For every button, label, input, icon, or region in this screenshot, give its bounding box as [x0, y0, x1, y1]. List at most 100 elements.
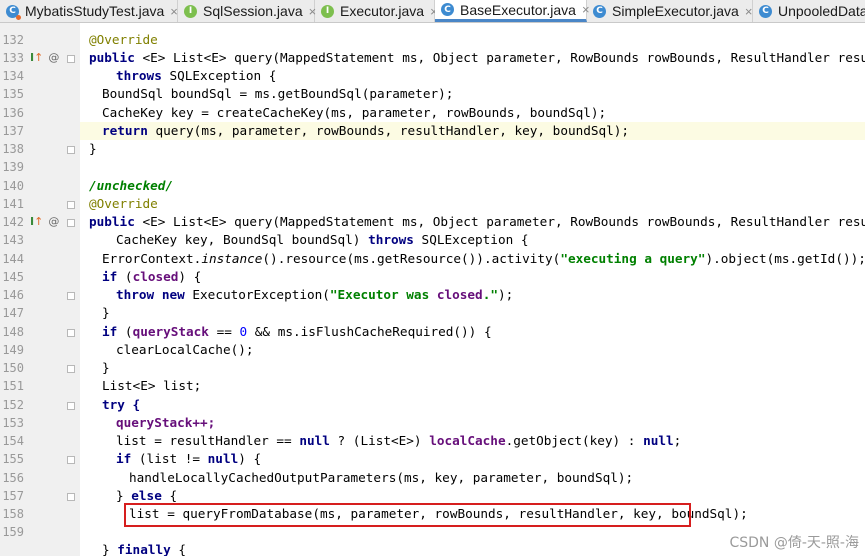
watermark: CSDN @倚-天-照-海	[729, 535, 859, 551]
editor-tab-bar: C MybatisStudyTest.java × I SqlSession.j…	[0, 0, 865, 23]
line-number: 157	[2, 489, 24, 503]
line-number: 133	[2, 51, 24, 65]
line-number: 139	[2, 160, 24, 174]
code-line-154: list = resultHandler == null ? (List<E>)…	[80, 432, 865, 450]
line-number: 147	[2, 306, 24, 320]
code-line-137: return query(ms, parameter, rowBounds, r…	[80, 122, 865, 141]
code-text: }	[102, 305, 110, 320]
code-line-146: throw new ExecutorException("Executor wa…	[80, 286, 865, 304]
fold-icon[interactable]	[67, 493, 75, 501]
code-text: if (queryStack == 0 && ms.isFlushCacheRe…	[102, 324, 492, 339]
tab-label: UnpooledData	[778, 3, 865, 19]
code-text: queryStack++;	[116, 415, 216, 430]
line-number: 146	[2, 288, 24, 302]
line-number: 149	[2, 343, 24, 357]
tab-executor[interactable]: I Executor.java ×	[315, 0, 438, 22]
line-number: 134	[2, 69, 24, 83]
fold-icon[interactable]	[67, 55, 75, 63]
code-text: }	[102, 360, 110, 375]
tab-label: MybatisStudyTest.java	[25, 3, 165, 19]
line-number: 141	[2, 197, 24, 211]
code-line-142: public <E> List<E> query(MappedStatement…	[80, 213, 865, 231]
comment: /unchecked/	[89, 178, 174, 193]
code-line-152: try {	[80, 396, 865, 414]
code-line-156: handleLocallyCachedOutputParameters(ms, …	[80, 469, 865, 487]
line-number: 156	[2, 471, 24, 485]
line-number: 132	[2, 33, 24, 47]
class-icon: C	[6, 4, 21, 20]
fold-icon[interactable]	[67, 456, 75, 464]
code-text: try {	[102, 397, 141, 412]
annotation-icon: @	[48, 215, 60, 228]
code-text: CacheKey key = createCacheKey(ms, parame…	[102, 105, 607, 120]
code-text: } else {	[116, 488, 178, 503]
line-number: 150	[2, 361, 24, 375]
line-number: 144	[2, 252, 24, 266]
line-number: 148	[2, 325, 24, 339]
code-line-136: CacheKey key = createCacheKey(ms, parame…	[80, 104, 865, 122]
close-icon[interactable]: ×	[170, 4, 178, 19]
tab-label: BaseExecutor.java	[460, 1, 576, 18]
code-line-147: }	[80, 304, 865, 322]
line-number: 135	[2, 87, 24, 101]
fold-icon[interactable]	[67, 219, 75, 227]
tab-base-executor[interactable]: C BaseExecutor.java ×	[435, 0, 590, 22]
code-line-144: ErrorContext.instance().resource(ms.getR…	[80, 250, 865, 268]
tab-label: Executor.java	[340, 3, 425, 19]
line-number: 145	[2, 270, 24, 284]
tab-sql-session[interactable]: I SqlSession.java ×	[178, 0, 316, 22]
code-text: }	[89, 141, 97, 156]
highlight-box	[124, 503, 691, 527]
line-number: 159	[2, 525, 24, 539]
fold-icon[interactable]	[67, 365, 75, 373]
code-text: CacheKey key, BoundSql boundSql) throws …	[116, 232, 529, 247]
annotation: @Override	[89, 196, 158, 211]
close-icon[interactable]: ×	[745, 4, 753, 19]
line-number: 137	[2, 124, 24, 138]
annotation: @Override	[89, 32, 158, 47]
code-line-148: if (queryStack == 0 && ms.isFlushCacheRe…	[80, 323, 865, 341]
code-text: throw new ExecutorException("Executor wa…	[116, 287, 514, 302]
code-line-143: CacheKey key, BoundSql boundSql) throws …	[80, 231, 865, 249]
code-text: public <E> List<E> query(MappedStatement…	[89, 50, 865, 65]
tab-label: SqlSession.java	[203, 3, 303, 19]
fold-icon[interactable]	[67, 329, 75, 337]
code-text: if (closed) {	[102, 269, 202, 284]
code-line-133: public <E> List<E> query(MappedStatement…	[80, 49, 865, 67]
code-text: return query(ms, parameter, rowBounds, r…	[102, 123, 630, 138]
fold-icon[interactable]	[67, 292, 75, 300]
line-number: 138	[2, 142, 24, 156]
fold-icon[interactable]	[67, 402, 75, 410]
tab-mybatis-study-test[interactable]: C MybatisStudyTest.java ×	[0, 0, 178, 22]
class-icon: C	[759, 4, 772, 18]
line-number: 142	[2, 215, 24, 229]
code-text: ErrorContext.instance().resource(ms.getR…	[102, 251, 865, 266]
code-line-135: BoundSql boundSql = ms.getBoundSql(param…	[80, 85, 865, 103]
line-number: 155	[2, 452, 24, 466]
line-number: 152	[2, 398, 24, 412]
override-marker[interactable]: I↑ @	[30, 51, 59, 64]
line-number: 151	[2, 379, 24, 393]
tab-unpooled-data[interactable]: C UnpooledData	[753, 0, 865, 22]
class-icon: C	[441, 3, 454, 16]
code-line-150: }	[80, 359, 865, 377]
fold-icon[interactable]	[67, 146, 75, 154]
line-number: 136	[2, 106, 24, 120]
code-line-141: @Override	[80, 195, 865, 213]
fold-icon[interactable]	[67, 201, 75, 209]
code-editor[interactable]: @Override public <E> List<E> query(Mappe…	[80, 23, 865, 556]
code-line-153: queryStack++;	[80, 414, 865, 432]
tab-simple-executor[interactable]: C SimpleExecutor.java ×	[587, 0, 753, 22]
tab-label: SimpleExecutor.java	[612, 3, 739, 19]
code-line-134: throws SQLException {	[80, 67, 865, 85]
class-icon: C	[593, 4, 606, 18]
code-text: List<E> list;	[102, 378, 202, 393]
code-line-155: if (list != null) {	[80, 450, 865, 468]
override-marker[interactable]: I↑ @	[30, 215, 59, 228]
line-number: 140	[2, 179, 24, 193]
override-arrow-icon: ↑	[34, 51, 44, 64]
editor-gutter: 132 133 134 135 136 137 138 139 140 141 …	[0, 23, 80, 556]
code-text: handleLocallyCachedOutputParameters(ms, …	[129, 470, 634, 485]
line-number: 154	[2, 434, 24, 448]
code-text: if (list != null) {	[116, 451, 262, 466]
